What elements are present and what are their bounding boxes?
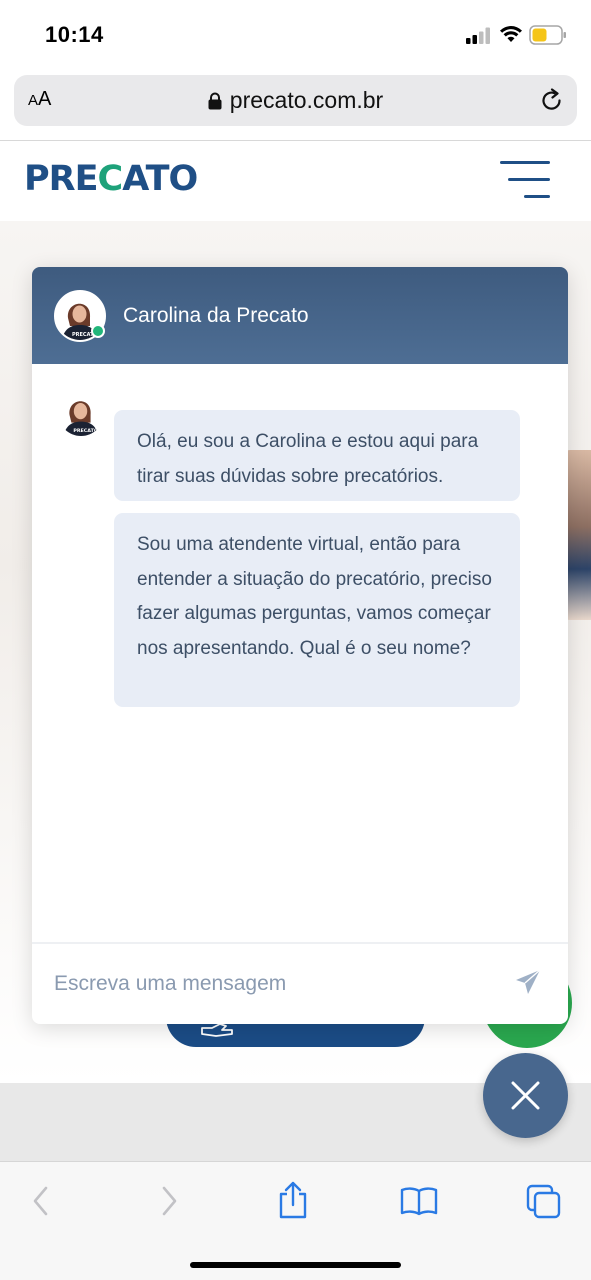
message-avatar: PRECATO [58,390,104,436]
svg-text:PRECATO: PRECATO [73,428,98,434]
send-icon[interactable] [515,969,541,995]
lock-icon [208,92,222,109]
chat-message-text: Olá, eu sou a Carolina e estou aqui para… [137,431,479,487]
online-status-indicator [91,324,105,338]
chat-message-text: Sou uma atendente virtual, então para en… [137,534,492,659]
share-icon[interactable] [277,1180,309,1220]
precato-logo[interactable]: PRECATO [24,159,198,199]
hamburger-menu-icon[interactable] [500,161,550,201]
close-icon [511,1081,540,1110]
status-bar: 10:14 [0,0,591,70]
tabs-icon[interactable] [526,1184,562,1220]
message-input[interactable] [54,967,494,1001]
agent-name: Carolina da Precato [123,304,309,327]
chat-widget: PRECATO Carolina da Precato PRECATO Olá,… [32,267,568,1024]
forward-icon[interactable] [158,1184,180,1218]
composer-divider [32,942,568,944]
url-text: precato.com.br [229,87,384,113]
address-bar[interactable]: AA precato.com.br [14,75,577,126]
agent-photo-icon: PRECATO [58,390,104,436]
close-chat-button[interactable] [483,1053,568,1138]
chat-message-bubble: Olá, eu sou a Carolina e estou aqui para… [114,410,520,501]
back-icon[interactable] [30,1184,52,1218]
battery-icon [529,25,566,45]
bookmarks-icon[interactable] [400,1186,438,1216]
cellular-signal-icon [466,27,490,44]
url-field[interactable]: precato.com.br [14,75,577,126]
status-time: 10:14 [45,22,104,47]
chat-message-bubble: Sou uma atendente virtual, então para en… [114,513,520,707]
site-header: PRECATO [0,141,591,221]
home-indicator [190,1262,401,1268]
chat-header: PRECATO Carolina da Precato [32,267,568,364]
reload-icon[interactable] [539,88,565,114]
wifi-icon [500,26,522,42]
